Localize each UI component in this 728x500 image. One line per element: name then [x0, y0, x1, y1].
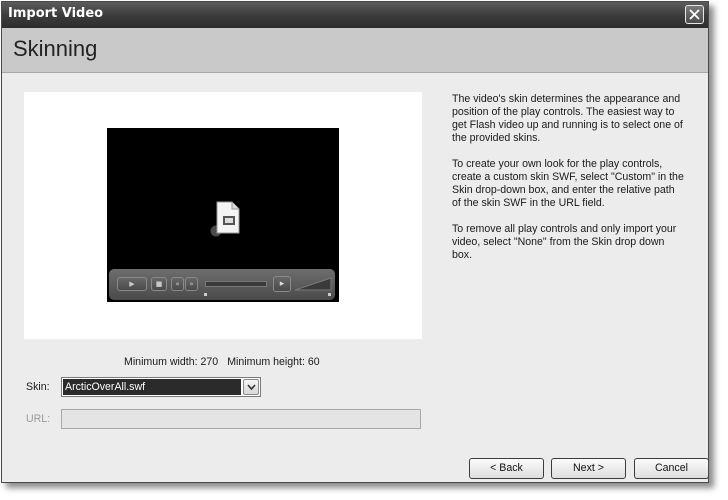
video-preview: ▶ ■ « » ▸ — [107, 128, 339, 302]
seek-bar[interactable] — [205, 281, 267, 287]
description-paragraph: The video's skin determines the appearan… — [452, 93, 683, 144]
dropdown-arrow-button[interactable] — [243, 379, 259, 395]
close-icon — [689, 9, 700, 20]
back-button[interactable]: < Back — [469, 458, 544, 479]
next-button[interactable]: Next > — [551, 458, 626, 479]
chevron-down-icon — [247, 384, 256, 391]
close-button[interactable] — [685, 5, 704, 24]
rewind-button[interactable]: « — [171, 277, 184, 291]
cancel-button[interactable]: Cancel — [634, 458, 708, 479]
skin-description: The video's skin determines the appearan… — [452, 93, 684, 275]
volume-slider[interactable] — [295, 277, 333, 291]
file-icon — [210, 201, 240, 237]
minimum-height-label: Minimum height: 60 — [227, 356, 320, 368]
minimum-size-info: Minimum width: 270 Minimum height: 60 — [124, 356, 320, 368]
title-bar: Import Video — [2, 2, 708, 28]
skin-preview: ▶ ■ « » ▸ — [24, 92, 422, 339]
seek-handle[interactable] — [204, 293, 207, 296]
page-title: Skinning — [13, 36, 98, 61]
window-title: Import Video — [8, 6, 104, 21]
skin-label: Skin: — [26, 381, 50, 393]
volume-icon[interactable]: ▸ — [273, 276, 291, 292]
player-controlbar: ▶ ■ « » ▸ — [109, 269, 335, 300]
import-video-dialog: Import Video Skinning ▶ ■ « » ▸ The vide… — [1, 1, 709, 483]
skin-dropdown[interactable]: ArcticOverAll.swf — [61, 377, 261, 397]
header-band: Skinning — [2, 28, 708, 73]
url-label: URL: — [26, 413, 51, 425]
forward-button[interactable]: » — [185, 277, 198, 291]
url-input[interactable] — [61, 409, 421, 429]
description-paragraph: To create your own look for the play con… — [452, 158, 684, 209]
stop-button[interactable]: ■ — [151, 277, 167, 291]
play-button[interactable]: ▶ — [117, 277, 147, 291]
skin-selected-value: ArcticOverAll.swf — [63, 379, 241, 395]
minimum-width-label: Minimum width: 270 — [124, 356, 219, 368]
volume-handle[interactable] — [328, 293, 331, 296]
description-paragraph: To remove all play controls and only imp… — [452, 223, 677, 261]
